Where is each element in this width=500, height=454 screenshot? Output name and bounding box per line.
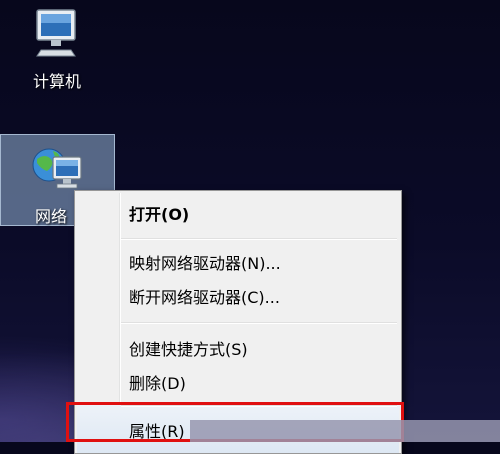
menu-item-delete[interactable]: 删除(D) — [129, 369, 186, 399]
menu-separator — [121, 238, 397, 240]
watermark-strip — [190, 420, 500, 442]
desktop-icon-computer[interactable]: 计算机 — [12, 6, 102, 92]
menu-item-open[interactable]: 打开(O) — [129, 200, 189, 230]
computer-icon — [36, 9, 76, 57]
desktop-icon-label-network: 网络 — [35, 207, 68, 226]
menu-item-create-shortcut[interactable]: 创建快捷方式(S) — [129, 335, 248, 365]
menu-item-disconnect-network-drive[interactable]: 断开网络驱动器(C)... — [129, 283, 280, 313]
desktop-icon-label-computer: 计算机 — [32, 72, 81, 91]
network-icon — [32, 148, 82, 189]
menu-separator — [121, 322, 397, 324]
menu-item-map-network-drive[interactable]: 映射网络驱动器(N)... — [129, 249, 281, 279]
